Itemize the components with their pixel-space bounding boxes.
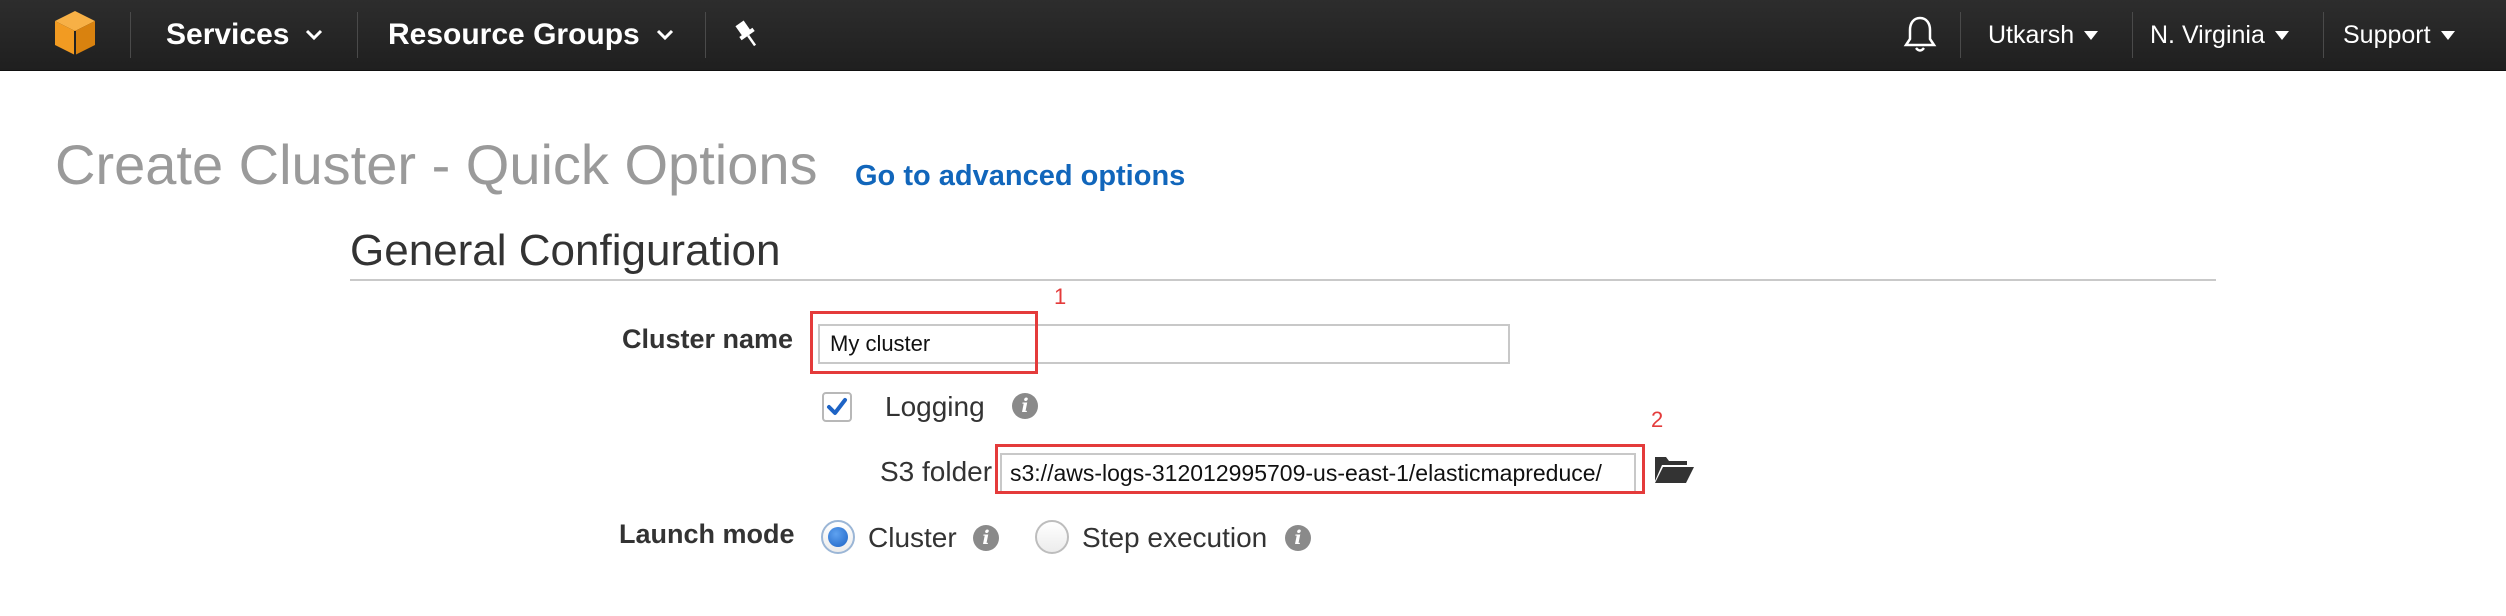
annotation-number-1: 1 xyxy=(1054,284,1067,309)
nav-divider xyxy=(1960,12,1961,58)
cluster-name-label: Cluster name xyxy=(622,324,794,354)
region-label: N. Virginia xyxy=(2150,20,2265,49)
nav-divider xyxy=(130,12,131,58)
pushpin-icon[interactable] xyxy=(733,18,761,50)
page-title: Create Cluster - Quick Options xyxy=(55,133,818,196)
info-icon[interactable]: i xyxy=(1012,393,1038,419)
logging-label: Logging xyxy=(885,391,985,422)
chevron-down-icon xyxy=(306,29,323,41)
top-navigation-bar: Services Resource Groups Utkarsh N. Virg… xyxy=(0,0,2506,71)
launch-mode-label: Launch mode xyxy=(619,519,795,549)
nav-divider xyxy=(705,12,706,58)
logging-checkbox[interactable] xyxy=(822,392,852,422)
support-label: Support xyxy=(2343,20,2431,49)
s3-folder-input[interactable] xyxy=(1000,453,1636,493)
user-label: Utkarsh xyxy=(1988,20,2075,49)
nav-divider xyxy=(2323,12,2324,58)
nav-divider xyxy=(357,12,358,58)
services-label: Services xyxy=(166,18,290,51)
resource-groups-label: Resource Groups xyxy=(388,18,640,51)
chevron-down-icon xyxy=(2274,30,2289,40)
aws-logo-icon[interactable] xyxy=(50,8,100,58)
chevron-down-icon xyxy=(2084,30,2099,40)
advanced-options-link[interactable]: Go to advanced options xyxy=(855,160,1185,193)
annotation-number-2: 2 xyxy=(1651,407,1664,432)
resource-groups-menu[interactable]: Resource Groups xyxy=(388,0,674,70)
bell-icon[interactable] xyxy=(1903,14,1937,54)
chevron-down-icon xyxy=(656,29,673,41)
support-menu[interactable]: Support xyxy=(2343,0,2455,70)
radio-step-execution[interactable] xyxy=(1035,520,1069,554)
info-icon[interactable]: i xyxy=(1285,525,1311,551)
region-menu[interactable]: N. Virginia xyxy=(2150,0,2289,70)
chevron-down-icon xyxy=(2440,30,2455,40)
cluster-name-input[interactable] xyxy=(818,324,1510,364)
section-title: General Configuration xyxy=(350,226,781,275)
services-menu[interactable]: Services xyxy=(166,0,323,70)
user-menu[interactable]: Utkarsh xyxy=(1988,0,2099,70)
radio-step-execution-label: Step execution xyxy=(1082,522,1268,553)
nav-divider xyxy=(2132,12,2133,58)
info-icon[interactable]: i xyxy=(973,525,999,551)
open-folder-icon[interactable] xyxy=(1653,453,1695,485)
radio-cluster-label: Cluster xyxy=(868,522,957,553)
section-divider xyxy=(350,279,2216,281)
radio-cluster[interactable] xyxy=(821,520,855,554)
s3-folder-label: S3 folder xyxy=(880,456,993,487)
checkmark-icon xyxy=(827,398,847,415)
